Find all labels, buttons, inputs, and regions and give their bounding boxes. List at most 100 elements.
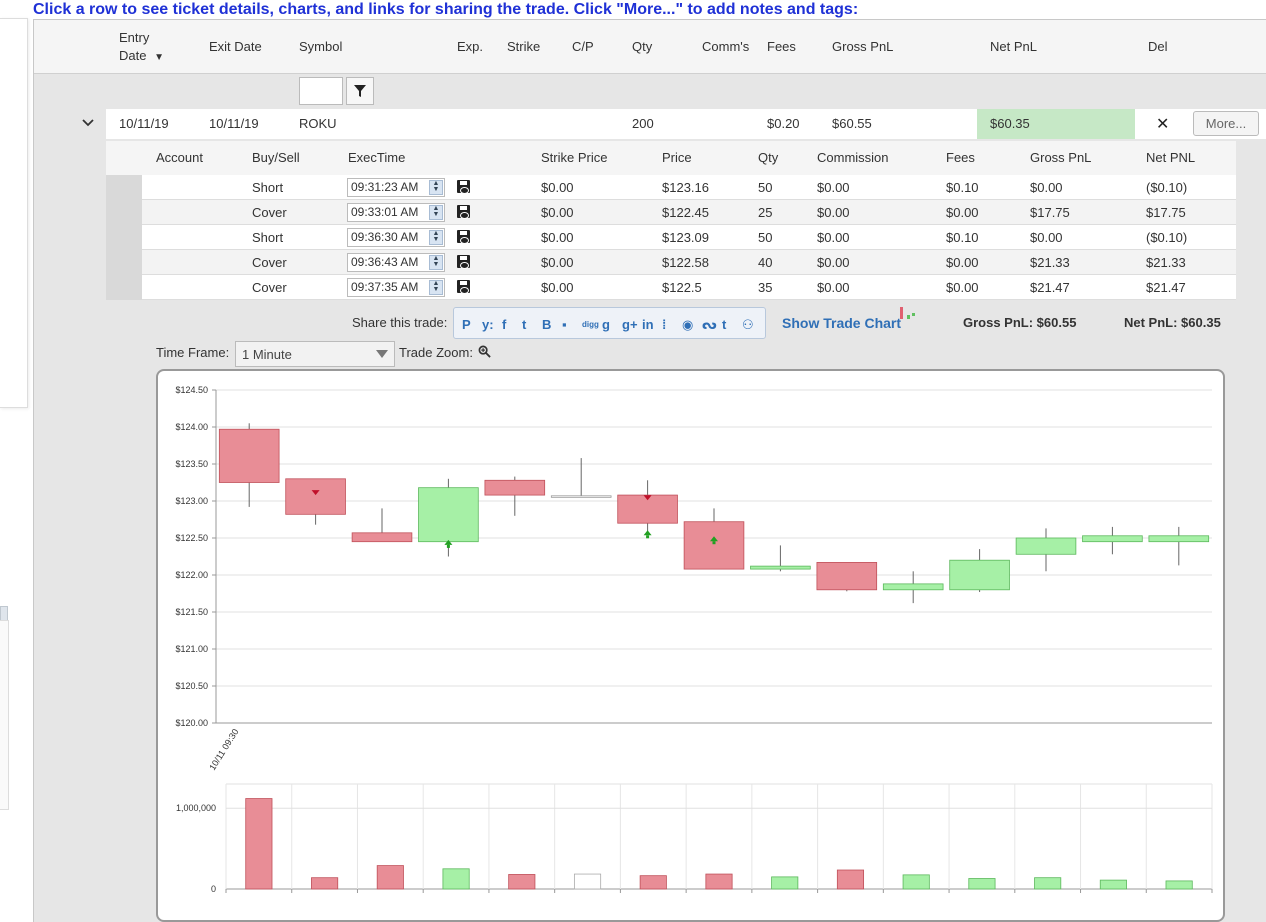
exec-time-input[interactable]: 09:36:43 AM ▲ ▼: [347, 253, 445, 272]
price-tick-label: $120.50: [175, 681, 208, 691]
delicious-icon[interactable]: ▪: [562, 317, 567, 332]
execution-row: Cover 09:37:35 AM ▲ ▼ $0.00 $122.5 35 $0.0…: [142, 275, 1236, 300]
column-net-pnl[interactable]: Net PnL: [990, 39, 1037, 54]
save-icon[interactable]: [457, 255, 470, 269]
price-tick-label: $120.00: [175, 718, 208, 728]
volume-bar: [771, 876, 799, 890]
timeframe-select[interactable]: 1 Minute: [235, 341, 395, 367]
google-plus-icon[interactable]: g+: [622, 317, 638, 332]
cover-marker-stem: [712, 541, 716, 545]
exec-side: Short: [252, 180, 284, 195]
exec-col-net-pnl: Net PNL: [1146, 150, 1196, 165]
exec-time-value: 09:31:23 AM: [351, 180, 419, 194]
volume-tick-label: 0: [211, 884, 216, 894]
volume-bar: [836, 869, 865, 890]
pinterest-icon[interactable]: P: [462, 317, 471, 332]
column-entry-date[interactable]: Entry Date ▼: [119, 30, 164, 63]
trade-gross-pnl: $60.55: [832, 116, 872, 131]
reddit-icon[interactable]: ◉: [682, 317, 693, 333]
expand-column: [34, 109, 106, 922]
cover-marker-icon: [643, 530, 652, 536]
save-icon[interactable]: [457, 205, 470, 219]
yahoo-icon[interactable]: y:: [482, 317, 494, 332]
column-comms[interactable]: Comm's: [702, 39, 749, 54]
time-spinner[interactable]: ▲ ▼: [429, 180, 443, 195]
exec-qty: 50: [758, 230, 773, 245]
blogger-icon[interactable]: B: [542, 317, 551, 332]
trade-fees: $0.20: [767, 116, 800, 131]
exec-net: ($0.10): [1146, 180, 1188, 195]
column-cp[interactable]: C/P: [572, 39, 594, 54]
save-icon[interactable]: [457, 230, 470, 244]
exec-qty: 40: [758, 255, 773, 270]
friends-icon[interactable]: ⚇: [742, 317, 754, 333]
chevron-down-icon[interactable]: [82, 118, 94, 128]
myspace-icon[interactable]: ⁞: [662, 317, 666, 332]
column-strike[interactable]: Strike: [507, 39, 540, 54]
exec-col-commission: Commission: [817, 150, 889, 165]
exec-fees: $0.00: [946, 255, 979, 270]
symbol-filter-input[interactable]: [299, 77, 343, 105]
digg-icon[interactable]: digg: [582, 320, 599, 329]
volume-bar: [1099, 879, 1127, 890]
price-tick-label: $124.50: [175, 385, 208, 395]
exec-qty: 50: [758, 180, 773, 195]
execution-row: Cover 09:33:01 AM ▲ ▼ $0.00 $122.45 25 $0.…: [142, 200, 1236, 225]
time-spinner[interactable]: ▲ ▼: [429, 255, 443, 270]
show-trade-chart-link[interactable]: Show Trade Chart: [782, 315, 901, 331]
trade-zoom-label: Trade Zoom:: [399, 345, 473, 360]
exec-time-input[interactable]: 09:31:23 AM ▲ ▼: [347, 178, 445, 197]
exec-col-price: Price: [662, 150, 692, 165]
cover-marker-stem: [646, 535, 650, 539]
google-icon[interactable]: g: [602, 317, 610, 332]
time-spinner[interactable]: ▲ ▼: [429, 205, 443, 220]
column-entry-date-label: Entry: [119, 30, 150, 45]
volume-bar: [508, 874, 536, 890]
volume-bar: [442, 868, 470, 890]
twitter-icon[interactable]: t: [522, 317, 526, 332]
column-symbol[interactable]: Symbol: [299, 39, 342, 54]
time-spinner[interactable]: ▲ ▼: [429, 230, 443, 245]
exec-strike: $0.00: [541, 280, 574, 295]
more-button[interactable]: More...: [1193, 111, 1259, 136]
save-icon[interactable]: [457, 280, 470, 294]
cover-marker-stem: [446, 544, 450, 548]
facebook-icon[interactable]: f: [502, 317, 506, 332]
column-exit-date[interactable]: Exit Date: [209, 39, 262, 54]
exec-time-value: 09:36:30 AM: [351, 230, 419, 244]
exec-time-input[interactable]: 09:37:35 AM ▲ ▼: [347, 278, 445, 297]
stumbleupon-icon[interactable]: ᔓ: [702, 317, 717, 333]
exec-time-input[interactable]: 09:36:30 AM ▲ ▼: [347, 228, 445, 247]
column-fees[interactable]: Fees: [767, 39, 796, 54]
delete-icon[interactable]: ✕: [1156, 114, 1169, 134]
filter-button[interactable]: [346, 77, 374, 105]
linkedin-icon[interactable]: in: [642, 317, 654, 332]
volume-bar: [245, 798, 273, 890]
column-qty[interactable]: Qty: [632, 39, 652, 54]
price-tick-label: $121.50: [175, 607, 208, 617]
time-spinner[interactable]: ▲ ▼: [429, 280, 443, 295]
trade-chart-icon[interactable]: [897, 305, 917, 325]
timeframe-label: Time Frame:: [156, 345, 230, 360]
column-del[interactable]: Del: [1148, 39, 1168, 54]
column-gross-pnl[interactable]: Gross PnL: [832, 39, 893, 54]
volume-bar: [1165, 880, 1193, 890]
candle-body: [949, 559, 1010, 591]
exec-time-input[interactable]: 09:33:01 AM ▲ ▼: [347, 203, 445, 222]
tumblr-icon[interactable]: t: [722, 317, 726, 332]
exec-net: $21.47: [1146, 280, 1186, 295]
volume-bar: [639, 875, 667, 890]
exec-fees: $0.00: [946, 280, 979, 295]
dropdown-arrow-icon[interactable]: [376, 350, 388, 358]
save-icon[interactable]: [457, 180, 470, 194]
column-exp[interactable]: Exp.: [457, 39, 483, 54]
candle-body: [484, 479, 546, 496]
exec-price: $122.5: [662, 280, 702, 295]
execution-row: Short 09:31:23 AM ▲ ▼ $0.00 $123.16 50 $0.…: [142, 175, 1236, 200]
zoom-in-icon[interactable]: [478, 345, 491, 358]
exec-price: $123.16: [662, 180, 709, 195]
volume-bar: [705, 873, 733, 890]
executions-gutter: [106, 175, 142, 300]
candle-body: [1148, 535, 1210, 543]
net-pnl-summary: Net PnL: $60.35: [1124, 315, 1221, 330]
